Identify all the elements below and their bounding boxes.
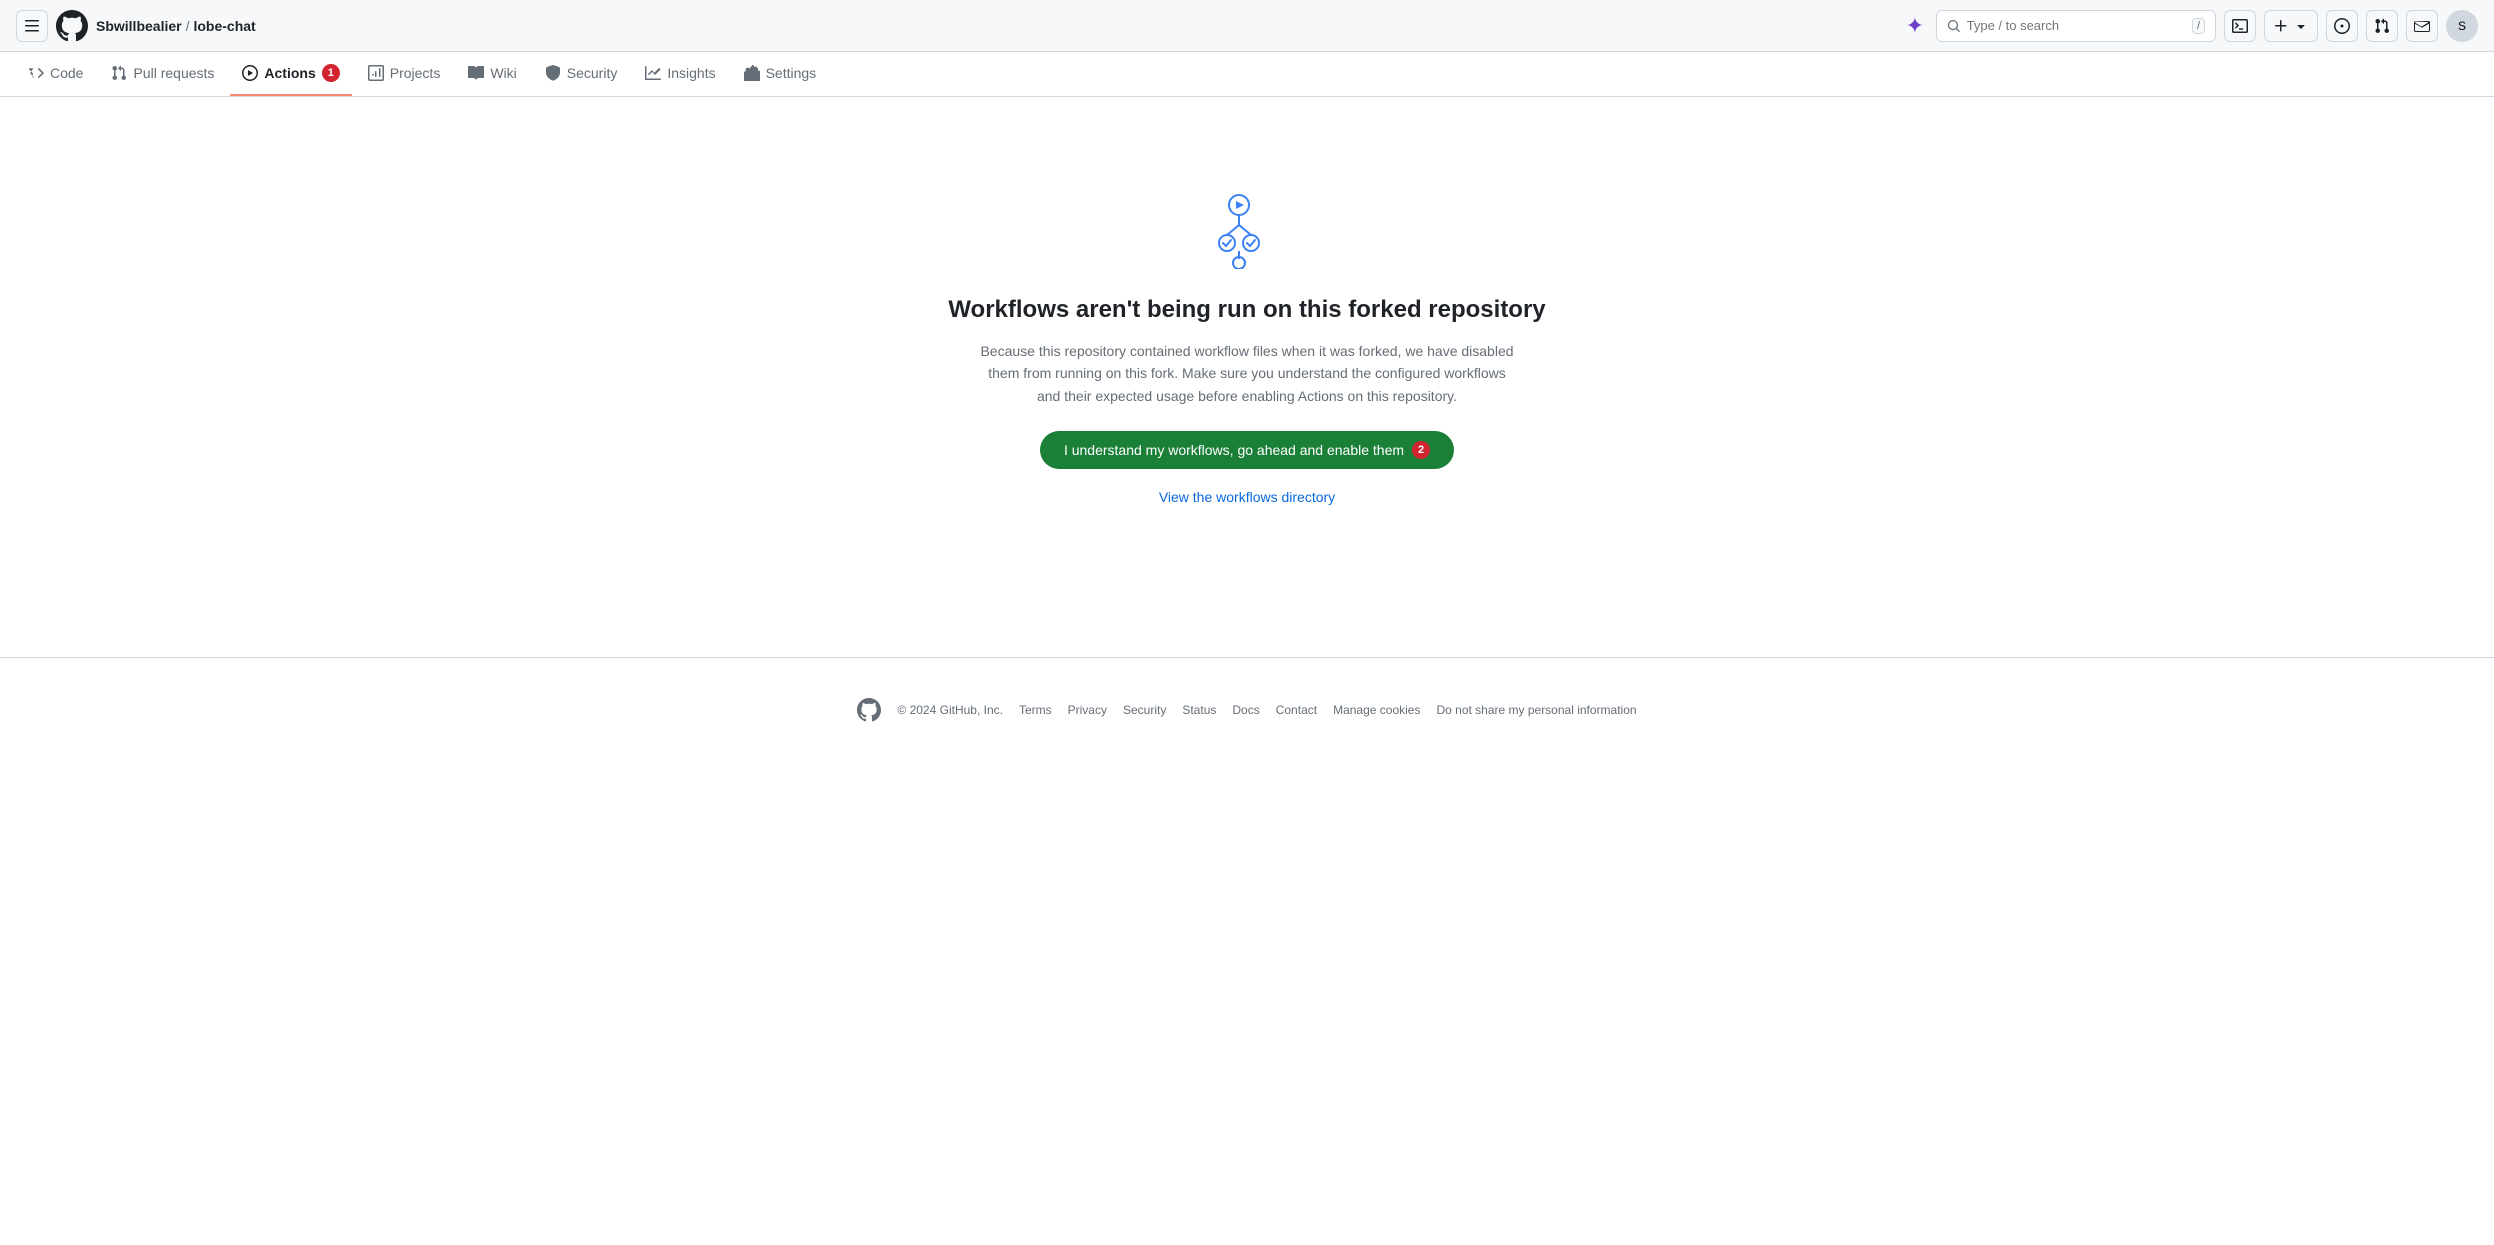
top-navigation: Sbwillbealier / lobe-chat ✦ / (0, 0, 2494, 52)
nav-right: ✦ / (1902, 9, 2478, 43)
insights-icon (645, 65, 661, 81)
shield-icon (545, 65, 561, 81)
nav-label-settings: Settings (766, 65, 817, 81)
nav-left: Sbwillbealier / lobe-chat (16, 10, 1894, 42)
search-box[interactable]: / (1936, 10, 2216, 42)
code-icon (28, 65, 44, 81)
hamburger-button[interactable] (16, 10, 48, 42)
avatar[interactable]: S (2446, 10, 2478, 42)
footer-link-docs[interactable]: Docs (1232, 703, 1259, 717)
nav-item-actions[interactable]: Actions 1 (230, 52, 351, 96)
avatar-initial: S (2458, 19, 2466, 33)
settings-icon (744, 65, 760, 81)
nav-label-insights: Insights (667, 65, 715, 81)
enable-workflows-button[interactable]: I understand my workflows, go ahead and … (1040, 431, 1454, 469)
footer-link-do-not-share[interactable]: Do not share my personal information (1436, 703, 1636, 717)
nav-item-projects[interactable]: Projects (356, 53, 453, 95)
workflows-icon (1207, 189, 1287, 272)
footer-link-security[interactable]: Security (1123, 703, 1166, 717)
terminal-button[interactable] (2224, 10, 2256, 42)
nav-label-security: Security (567, 65, 618, 81)
search-input[interactable] (1967, 18, 2186, 33)
pull-request-icon (111, 65, 127, 81)
enable-button-label: I understand my workflows, go ahead and … (1064, 442, 1404, 458)
nav-item-insights[interactable]: Insights (633, 53, 727, 95)
actions-badge: 1 (322, 64, 340, 82)
copilot-button[interactable]: ✦ (1902, 9, 1928, 43)
issues-button[interactable] (2326, 10, 2358, 42)
search-shortcut: / (2192, 18, 2205, 34)
footer-link-terms[interactable]: Terms (1019, 703, 1052, 717)
footer-link-contact[interactable]: Contact (1276, 703, 1317, 717)
plus-icon (2273, 18, 2289, 34)
view-workflows-link[interactable]: View the workflows directory (1159, 489, 1335, 505)
main-title: Workflows aren't being run on this forke… (948, 296, 1545, 324)
repo-navigation: Code Pull requests Actions 1 Projects (0, 52, 2494, 97)
footer-copyright: © 2024 GitHub, Inc. (897, 703, 1003, 717)
footer-github-logo (857, 698, 881, 722)
nav-item-code[interactable]: Code (16, 53, 95, 95)
breadcrumb-separator: / (186, 18, 190, 34)
footer-link-privacy[interactable]: Privacy (1068, 703, 1107, 717)
nav-item-security[interactable]: Security (533, 53, 630, 95)
github-logo[interactable] (56, 10, 88, 42)
nav-item-wiki[interactable]: Wiki (456, 53, 528, 95)
breadcrumb-repo[interactable]: lobe-chat (193, 18, 255, 34)
breadcrumb: Sbwillbealier / lobe-chat (96, 18, 256, 34)
wiki-icon (468, 65, 484, 81)
pullrequest-button[interactable] (2366, 10, 2398, 42)
chevron-down-icon (2293, 18, 2309, 34)
inbox-button[interactable] (2406, 10, 2438, 42)
enable-button-badge: 2 (1412, 441, 1430, 459)
breadcrumb-user[interactable]: Sbwillbealier (96, 18, 182, 34)
nav-label-projects: Projects (390, 65, 441, 81)
footer: © 2024 GitHub, Inc. Terms Privacy Securi… (0, 657, 2494, 762)
main-content: Workflows aren't being run on this forke… (0, 97, 2494, 597)
new-button[interactable] (2264, 10, 2318, 42)
nav-label-code: Code (50, 65, 83, 81)
footer-link-manage-cookies[interactable]: Manage cookies (1333, 703, 1420, 717)
nav-item-pull-requests[interactable]: Pull requests (99, 53, 226, 95)
nav-label-actions: Actions (264, 65, 315, 81)
search-icon (1947, 18, 1961, 34)
actions-icon (242, 65, 258, 81)
main-description: Because this repository contained workfl… (977, 340, 1517, 407)
nav-label-wiki: Wiki (490, 65, 516, 81)
projects-icon (368, 65, 384, 81)
nav-label-pull-requests: Pull requests (133, 65, 214, 81)
nav-item-settings[interactable]: Settings (732, 53, 829, 95)
footer-link-status[interactable]: Status (1182, 703, 1216, 717)
